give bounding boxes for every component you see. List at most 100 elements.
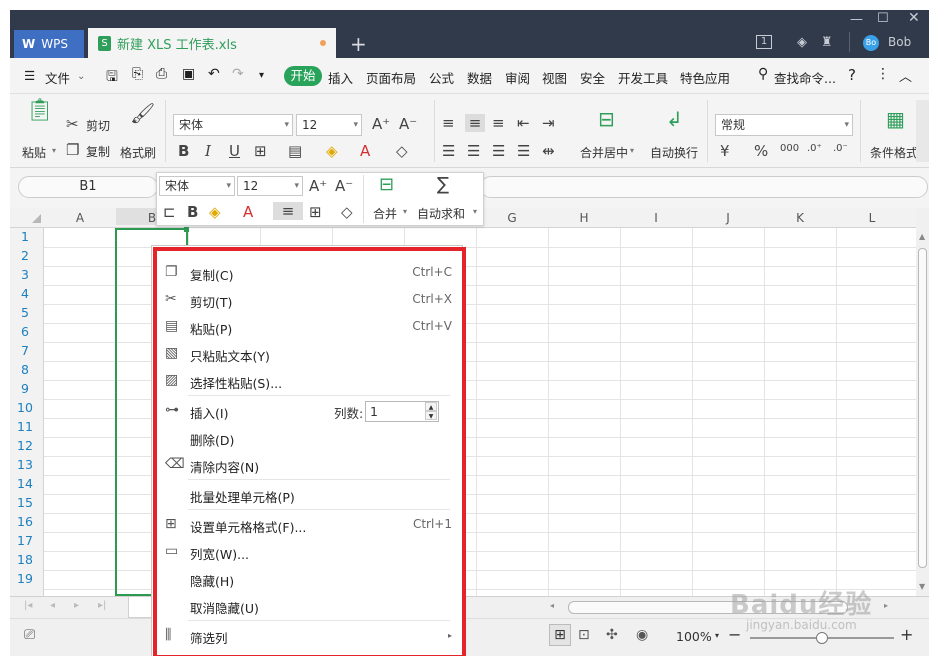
row-header[interactable]: 7 [10,343,40,358]
align-top-icon[interactable]: ≡ [442,114,455,132]
redo-icon[interactable]: ↷ [232,66,244,82]
row-header[interactable]: 9 [10,381,40,396]
vertical-scroll-thumb[interactable] [918,248,927,568]
quick-access-dropdown-icon[interactable]: ▾ [259,70,264,81]
format-painter-icon[interactable]: 🖌︎ [130,103,155,123]
copy-button[interactable]: 复制 [86,143,110,160]
merge-dropdown-icon[interactable]: ▾ [403,207,407,216]
align-right-icon[interactable]: ☰ [492,142,505,160]
align-bottom-icon[interactable]: ≡ [492,114,505,132]
tab-data[interactable]: 数据 [467,68,492,87]
copy-icon[interactable]: ❐ [66,141,79,159]
wrap-text-icon[interactable]: ↲ [666,109,683,129]
merge-center-icon[interactable]: ⊟ [598,109,615,129]
underline-icon[interactable]: U [229,142,240,160]
font-size-select[interactable]: 12 ▾ [296,114,362,136]
wrap-text-button[interactable]: 自动换行 [650,144,698,161]
close-icon[interactable]: ✕ [908,10,920,26]
zoom-dropdown-icon[interactable]: ▾ [715,631,719,640]
file-menu[interactable]: 文件 [45,68,70,87]
export-icon[interactable]: ⎘ [132,66,143,82]
chevron-down-icon[interactable]: ⌄ [77,71,85,82]
tab-home[interactable]: 开始 [284,66,322,86]
more-icon[interactable]: ⋮ [876,66,890,82]
decrease-decimal-icon[interactable]: .0⁻ [833,140,848,158]
shirt-icon[interactable]: ♜ [821,35,833,50]
paste-icon[interactable]: 📋︎ [26,100,54,122]
scroll-up-icon[interactable]: ▲ [919,232,925,241]
tab-insert[interactable]: 插入 [328,68,353,87]
maximize-icon[interactable]: ☐ [877,11,889,26]
thousands-separator-icon[interactable]: 000 [780,140,799,158]
document-tab[interactable]: S 新建 XLS 工作表.xls [88,28,336,58]
row-header[interactable]: 13 [10,457,40,472]
search-icon[interactable]: ⚲ [758,66,768,82]
conditional-format-button[interactable]: 条件格式 [870,144,918,161]
fill-color-icon[interactable]: ◈ [326,142,338,160]
mini-font-size-select[interactable]: 12 ▾ [237,176,303,196]
column-count-stepper[interactable]: 1 ▲ ▼ [365,401,439,422]
column-header-i[interactable]: I [620,211,692,225]
borders-icon[interactable]: ⊞ [309,203,322,221]
menu-item-cut[interactable]: ✂ 剪切(T) Ctrl+X [152,289,452,311]
collapse-ribbon-icon[interactable]: ︿ [899,66,912,85]
row-header[interactable]: 3 [10,267,40,282]
font-name-select[interactable]: 宋体 ▾ [173,114,293,136]
row-header[interactable]: 17 [10,533,40,548]
tab-view[interactable]: 视图 [542,68,567,87]
hamburger-icon[interactable]: ☰ [24,68,35,83]
merge-button[interactable]: 合并 [373,205,397,222]
spreadsheet-grid[interactable]: A B C D E F G H I J K L 1 2 3 4 5 6 7 8 … [10,208,916,596]
menu-item-paste-special[interactable]: ▨ 选择性粘贴(S)... [152,370,452,392]
name-box[interactable]: B1 [18,176,158,198]
search-command[interactable]: 查找命令... [774,68,836,87]
reading-mode-icon[interactable]: ✣ [606,627,618,643]
bold-icon[interactable]: B [187,203,198,221]
sheet-nav-next-icon[interactable]: ▸ [74,600,79,611]
menu-item-filter-columns[interactable]: ⫼ 筛选列 ▸ [152,625,452,647]
fill-color-icon[interactable]: ◈ [209,203,221,221]
tab-security[interactable]: 安全 [580,68,605,87]
distributed-icon[interactable]: ⇹ [542,142,555,160]
menu-item-unhide[interactable]: 取消隐藏(U) [152,595,452,617]
formula-input[interactable] [480,176,928,198]
tab-page-layout[interactable]: 页面布局 [366,68,416,87]
clear-icon[interactable]: ◇ [341,203,353,221]
font-color-icon[interactable]: A [243,203,253,221]
page-count-badge[interactable]: 1 [756,35,772,49]
increase-font-icon[interactable]: A⁺ [372,115,390,133]
row-header[interactable]: 12 [10,438,40,453]
column-header-h[interactable]: H [548,211,620,225]
eye-protection-icon[interactable]: ◉ [636,627,648,643]
row-header[interactable]: 8 [10,362,40,377]
select-all-icon[interactable] [32,214,41,223]
column-header-l[interactable]: L [836,211,908,225]
skin-icon[interactable]: ◈ [797,35,807,50]
row-header[interactable]: 1 [10,229,40,244]
zoom-level[interactable]: 100% [676,629,712,644]
wrap-icon[interactable]: ⊏ [163,203,176,221]
row-header[interactable]: 4 [10,286,40,301]
sheet-nav-last-icon[interactable]: ▸| [98,600,106,611]
merge-icon[interactable]: ⊟ [379,176,394,194]
tab-formulas[interactable]: 公式 [429,68,454,87]
cut-button[interactable]: 剪切 [86,117,110,134]
number-format-select[interactable]: 常规 ▾ [715,114,853,136]
indent-decrease-icon[interactable]: ⇤ [517,114,530,132]
undo-icon[interactable]: ↶ [208,66,220,82]
print-icon[interactable]: ⎙ [156,66,167,82]
column-header-k[interactable]: K [764,211,836,225]
menu-item-format-cells[interactable]: ⊞ 设置单元格格式(F)... Ctrl+1 [152,514,452,536]
align-middle-icon[interactable]: ≡ [465,114,485,132]
user-avatar[interactable]: Bo [863,35,879,51]
merge-center-button[interactable]: 合并居中 [580,144,628,161]
ribbon-scroll[interactable] [916,100,929,162]
sheet-nav-prev-icon[interactable]: ◂ [50,600,55,611]
clear-format-icon[interactable]: ◇ [396,142,408,160]
row-header[interactable]: 15 [10,495,40,510]
align-left-icon[interactable]: ☰ [442,142,455,160]
menu-item-hide[interactable]: 隐藏(H) [152,568,452,590]
scroll-down-icon[interactable]: ▼ [919,582,925,591]
bold-icon[interactable]: B [178,142,189,160]
paste-dropdown-icon[interactable]: ▾ [52,146,56,155]
